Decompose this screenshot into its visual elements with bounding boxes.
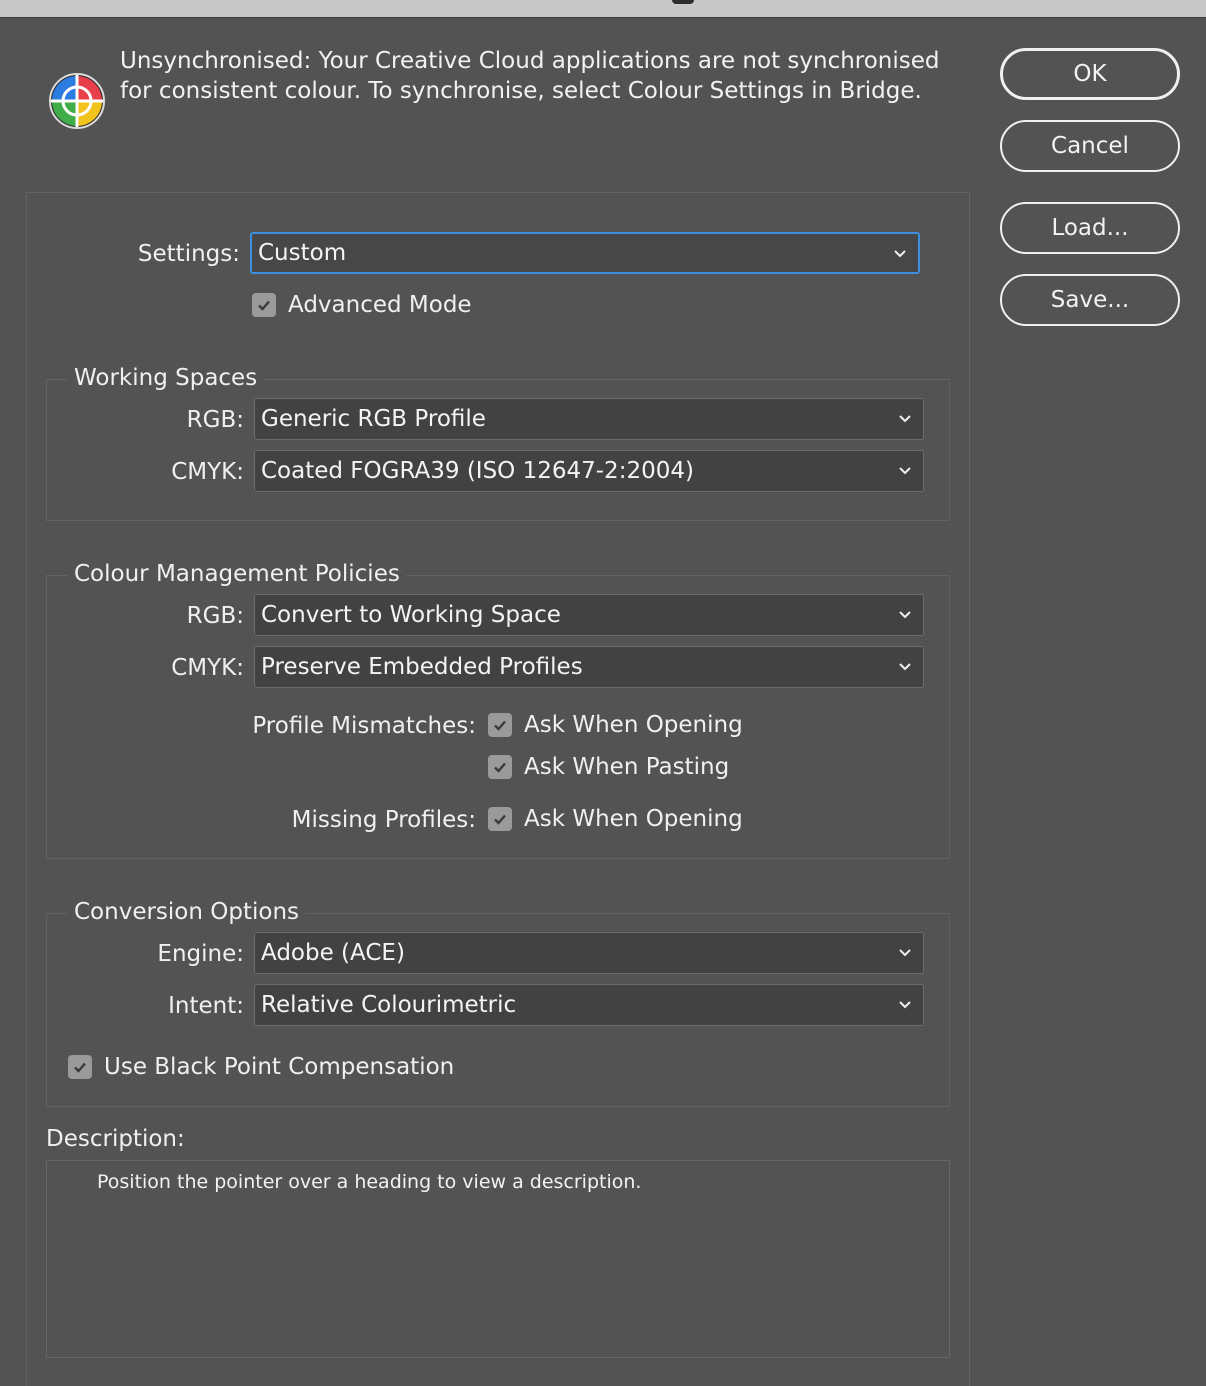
checkmark-icon xyxy=(494,720,506,731)
engine-value: Adobe (ACE) xyxy=(261,940,405,966)
colour-settings-icon xyxy=(49,73,105,129)
sync-warning-line-2: for consistent colour. To synchronise, s… xyxy=(120,78,922,104)
cancel-button[interactable]: Cancel xyxy=(1000,120,1180,172)
mismatch-ask-opening-row[interactable]: Ask When Opening xyxy=(488,711,743,739)
missing-ask-opening-label: Ask When Opening xyxy=(524,806,743,832)
chevron-down-icon xyxy=(899,663,911,671)
chevron-down-icon xyxy=(899,1001,911,1009)
colour-management-policies-title: Colour Management Policies xyxy=(68,560,406,588)
sync-warning-message: Unsynchronised: Your Creative Cloud appl… xyxy=(120,46,980,106)
settings-select-value: Custom xyxy=(258,240,347,266)
missing-profiles-label: Missing Profiles: xyxy=(291,807,476,833)
description-text: Position the pointer over a heading to v… xyxy=(97,1171,642,1193)
policy-rgb-select[interactable]: Convert to Working Space xyxy=(254,594,924,636)
load-button[interactable]: Load... xyxy=(1000,202,1180,254)
settings-label: Settings: xyxy=(137,241,240,267)
working-rgb-label: RGB: xyxy=(186,407,244,433)
mismatch-ask-pasting-checkbox[interactable] xyxy=(488,755,512,779)
chevron-down-icon xyxy=(899,611,911,619)
checkmark-icon xyxy=(74,1062,86,1073)
mismatch-ask-pasting-row[interactable]: Ask When Pasting xyxy=(488,753,729,781)
black-point-compensation-checkbox[interactable] xyxy=(68,1055,92,1079)
working-rgb-value: Generic RGB Profile xyxy=(261,406,486,432)
engine-label: Engine: xyxy=(157,941,244,967)
missing-ask-opening-row[interactable]: Ask When Opening xyxy=(488,805,743,833)
intent-select[interactable]: Relative Colourimetric xyxy=(254,984,924,1026)
policy-cmyk-select[interactable]: Preserve Embedded Profiles xyxy=(254,646,924,688)
title-bar-fragment xyxy=(672,0,694,4)
intent-value: Relative Colourimetric xyxy=(261,992,517,1018)
checkmark-icon xyxy=(258,300,270,311)
description-box: Position the pointer over a heading to v… xyxy=(46,1160,950,1358)
policy-cmyk-label: CMYK: xyxy=(171,655,244,681)
intent-label: Intent: xyxy=(168,993,244,1019)
checkmark-icon xyxy=(494,762,506,773)
working-cmyk-value: Coated FOGRA39 (ISO 12647-2:2004) xyxy=(261,458,694,484)
advanced-mode-checkbox[interactable] xyxy=(252,293,276,317)
black-point-compensation-row[interactable]: Use Black Point Compensation xyxy=(68,1053,454,1081)
chevron-down-icon xyxy=(899,467,911,475)
chevron-down-icon xyxy=(894,250,906,258)
description-label: Description: xyxy=(46,1126,185,1152)
profile-mismatches-label: Profile Mismatches: xyxy=(252,713,476,739)
chevron-down-icon xyxy=(899,415,911,423)
black-point-compensation-label: Use Black Point Compensation xyxy=(104,1054,455,1080)
mismatch-ask-pasting-label: Ask When Pasting xyxy=(524,754,730,780)
engine-select[interactable]: Adobe (ACE) xyxy=(254,932,924,974)
advanced-mode-label: Advanced Mode xyxy=(288,292,472,318)
policy-rgb-label: RGB: xyxy=(186,603,244,629)
policy-cmyk-value: Preserve Embedded Profiles xyxy=(261,654,583,680)
conversion-options-title: Conversion Options xyxy=(68,898,306,926)
ok-button[interactable]: OK xyxy=(1000,48,1180,100)
advanced-mode-checkbox-row[interactable]: Advanced Mode xyxy=(252,291,472,319)
working-cmyk-label: CMYK: xyxy=(171,459,244,485)
working-spaces-title: Working Spaces xyxy=(68,364,264,392)
window-title-bar xyxy=(0,0,1206,18)
save-button[interactable]: Save... xyxy=(1000,274,1180,326)
checkmark-icon xyxy=(494,814,506,825)
missing-ask-opening-checkbox[interactable] xyxy=(488,807,512,831)
mismatch-ask-opening-checkbox[interactable] xyxy=(488,713,512,737)
chevron-down-icon xyxy=(899,949,911,957)
working-cmyk-select[interactable]: Coated FOGRA39 (ISO 12647-2:2004) xyxy=(254,450,924,492)
working-rgb-select[interactable]: Generic RGB Profile xyxy=(254,398,924,440)
policy-rgb-value: Convert to Working Space xyxy=(261,602,561,628)
mismatch-ask-opening-label: Ask When Opening xyxy=(524,712,743,738)
sync-warning-line-1: Unsynchronised: Your Creative Cloud appl… xyxy=(120,48,940,74)
settings-select[interactable]: Custom xyxy=(250,232,920,274)
